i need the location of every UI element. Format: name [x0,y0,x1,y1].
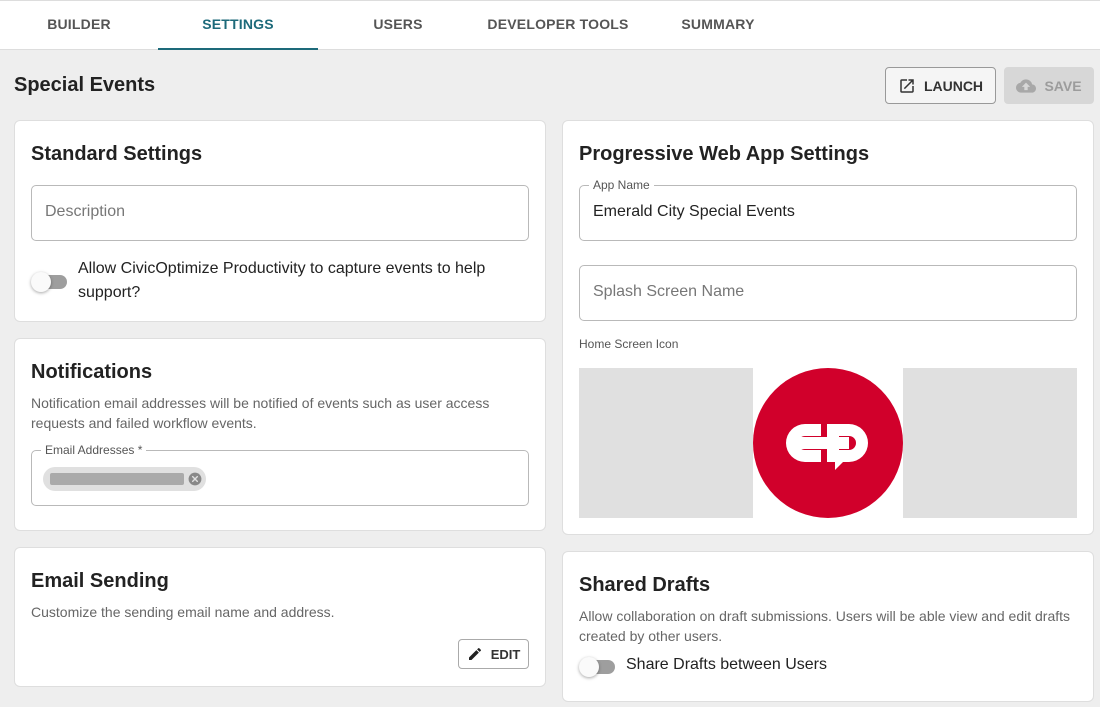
launch-button[interactable]: LAUNCH [885,67,996,104]
share-drafts-toggle[interactable] [579,656,615,677]
description-field[interactable]: Description [31,185,529,241]
app-name-label: App Name [589,178,654,192]
capture-events-toggle[interactable] [31,271,67,292]
home-screen-icon[interactable] [753,368,903,518]
edit-label: EDIT [490,646,521,662]
redacted-email [50,473,184,485]
notifications-title: Notifications [31,361,153,383]
tab-settings[interactable]: SETTINGS [158,1,318,50]
app-name-field[interactable]: App Name Emerald City Special Events [579,178,1077,241]
save-label: SAVE [1044,77,1082,94]
splash-screen-placeholder: Splash Screen Name [593,283,745,300]
splash-screen-name-field[interactable]: Splash Screen Name [579,265,1077,321]
page-title: Special Events [14,74,156,96]
tab-bar: BUILDER SETTINGS USERS DEVELOPER TOOLS S… [0,0,1100,50]
tab-users[interactable]: USERS [318,1,478,50]
shared-drafts-card: Shared Drafts Allow collaboration on dra… [562,551,1094,702]
notifications-description: Notification email addresses will be not… [31,395,490,431]
email-addresses-label: Email Addresses * [41,443,147,457]
email-chip[interactable] [43,467,206,491]
email-sending-title: Email Sending [31,570,169,592]
home-screen-icon-label: Home Screen Icon [579,337,679,351]
icon-background-left [579,368,753,518]
tab-developer-tools[interactable]: DEVELOPER TOOLS [478,1,638,50]
tab-builder[interactable]: BUILDER [0,1,158,50]
email-sending-description: Customize the sending email name and add… [31,604,335,620]
pencil-icon [468,647,481,660]
capture-events-label: Allow CivicOptimize Productivity to capt… [78,260,486,301]
icon-background-right [903,368,1077,518]
launch-label: LAUNCH [923,77,984,94]
share-drafts-label: Share Drafts between Users [626,656,827,673]
app-name-value: Emerald City Special Events [593,203,795,220]
shared-drafts-title: Shared Drafts [579,574,711,596]
description-placeholder: Description [45,203,126,220]
standard-settings-title: Standard Settings [31,143,203,165]
standard-settings-card: Standard Settings Description Allow Civi… [14,120,546,322]
email-addresses-field[interactable]: Email Addresses * [31,443,529,506]
app-logo-icon [786,424,868,470]
shared-drafts-description: Allow collaboration on draft submissions… [579,608,1071,644]
remove-chip-icon[interactable] [188,472,202,486]
save-button[interactable]: SAVE [1004,67,1094,104]
open-in-new-icon [900,78,914,93]
pwa-settings-card: Progressive Web App Settings App Name Em… [562,120,1094,535]
edit-button[interactable]: EDIT [458,639,529,669]
notifications-card: Notifications Notification email address… [14,338,546,531]
pwa-settings-title: Progressive Web App Settings [579,143,870,165]
email-sending-card: Email Sending Customize the sending emai… [14,547,546,687]
tab-summary[interactable]: SUMMARY [638,1,798,50]
cloud-upload-icon [1016,78,1037,93]
